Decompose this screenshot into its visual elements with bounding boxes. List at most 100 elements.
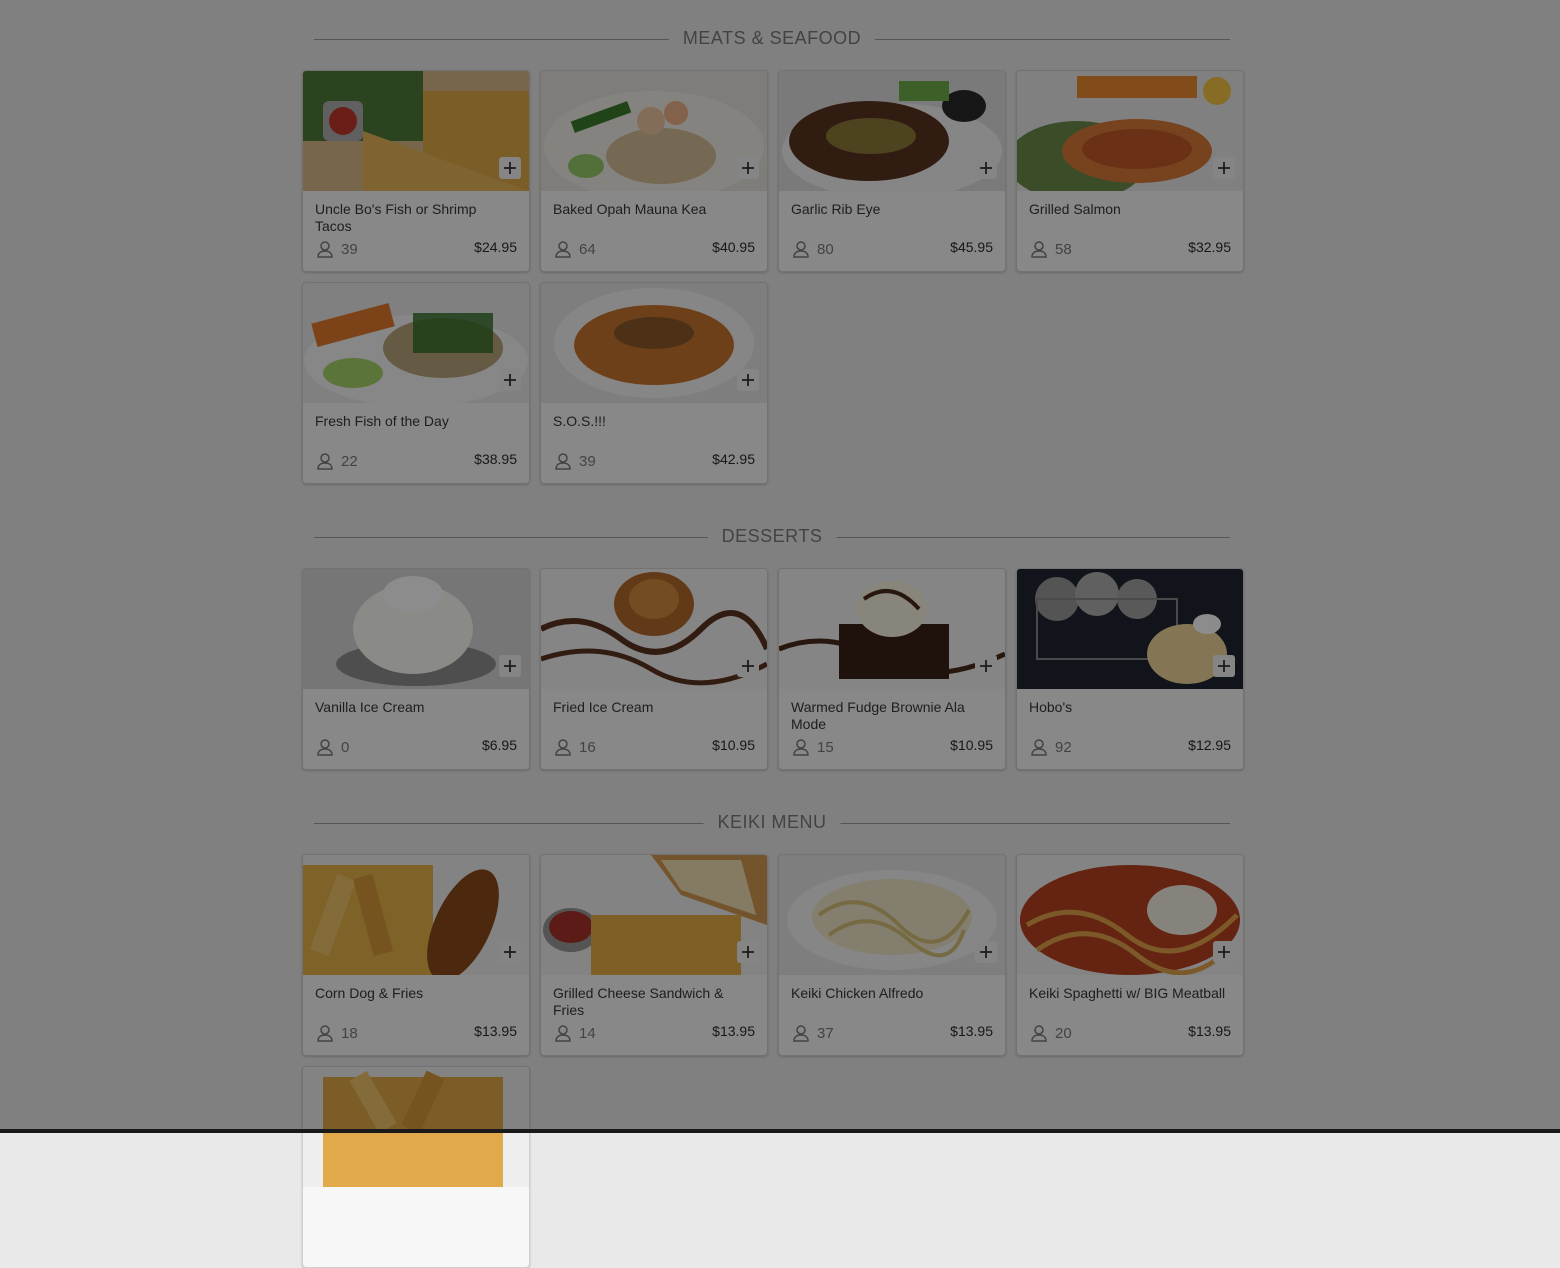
menu-item-card[interactable]: Fried Ice Cream 16 $10.95 bbox=[540, 568, 768, 770]
menu-item-card[interactable]: Vanilla Ice Cream 0 $6.95 bbox=[302, 568, 530, 770]
add-to-cart-button[interactable] bbox=[1213, 655, 1235, 677]
add-to-cart-button[interactable] bbox=[975, 941, 997, 963]
order-count: 80 bbox=[817, 240, 834, 258]
plus-icon bbox=[504, 374, 516, 386]
menu-item-card[interactable]: Uncle Bo's Fish or Shrimp Tacos 39 $24.9… bbox=[302, 70, 530, 272]
order-count: 0 bbox=[341, 738, 350, 756]
item-name: Hobo's bbox=[1029, 699, 1073, 715]
item-price: $10.95 bbox=[712, 737, 755, 753]
order-count: 37 bbox=[817, 1024, 834, 1042]
order-count: 39 bbox=[341, 240, 358, 258]
section-title: MEATS & SEAFOOD bbox=[668, 28, 876, 49]
add-to-cart-button[interactable] bbox=[737, 369, 759, 391]
item-meta: 22 bbox=[315, 451, 358, 471]
item-price: $42.95 bbox=[712, 451, 755, 467]
menu-item-card[interactable]: Hobo's 92 $12.95 bbox=[1016, 568, 1244, 770]
add-to-cart-button[interactable] bbox=[499, 655, 521, 677]
plus-icon bbox=[980, 660, 992, 672]
person-icon bbox=[317, 739, 333, 756]
person-icon bbox=[793, 739, 809, 756]
add-to-cart-button[interactable] bbox=[975, 655, 997, 677]
order-count: 64 bbox=[579, 240, 596, 258]
section-header: DESSERTS bbox=[314, 526, 1230, 547]
plus-icon bbox=[742, 660, 754, 672]
plus-icon bbox=[742, 162, 754, 174]
menu-item-card[interactable] bbox=[302, 1066, 530, 1268]
section-title: DESSERTS bbox=[707, 526, 837, 547]
add-to-cart-button[interactable] bbox=[499, 369, 521, 391]
item-price: $10.95 bbox=[950, 737, 993, 753]
item-price: $45.95 bbox=[950, 239, 993, 255]
item-meta: 20 bbox=[1029, 1023, 1072, 1043]
item-meta: 15 bbox=[791, 737, 834, 757]
item-meta: 0 bbox=[315, 737, 349, 757]
item-name: Grilled Salmon bbox=[1029, 201, 1121, 217]
food-photo bbox=[779, 569, 1005, 689]
add-to-cart-button[interactable] bbox=[499, 941, 521, 963]
food-photo bbox=[779, 855, 1005, 975]
order-count: 18 bbox=[341, 1024, 358, 1042]
food-photo bbox=[541, 855, 767, 975]
person-icon bbox=[793, 241, 809, 258]
person-icon bbox=[1031, 1025, 1047, 1042]
item-name: Keiki Chicken Alfredo bbox=[791, 985, 924, 1001]
item-name: Warmed Fudge Brownie Ala Mode bbox=[791, 699, 965, 732]
item-name: Uncle Bo's Fish or Shrimp Tacos bbox=[315, 201, 477, 234]
order-count: 92 bbox=[1055, 738, 1072, 756]
menu-item-card[interactable]: Keiki Chicken Alfredo 37 $13.95 bbox=[778, 854, 1006, 1056]
add-to-cart-button[interactable] bbox=[499, 157, 521, 179]
menu-item-card[interactable]: Corn Dog & Fries 18 $13.95 bbox=[302, 854, 530, 1056]
item-price: $13.95 bbox=[712, 1023, 755, 1039]
order-count: 22 bbox=[341, 452, 358, 470]
item-name: Baked Opah Mauna Kea bbox=[553, 201, 707, 217]
plus-icon bbox=[742, 374, 754, 386]
food-photo bbox=[1017, 71, 1243, 191]
order-count: 14 bbox=[579, 1024, 596, 1042]
item-price: $38.95 bbox=[474, 451, 517, 467]
plus-icon bbox=[504, 162, 516, 174]
item-name: Fried Ice Cream bbox=[553, 699, 654, 715]
item-meta: 64 bbox=[553, 239, 596, 259]
order-count: 39 bbox=[579, 452, 596, 470]
menu-item-card[interactable]: Grilled Salmon 58 $32.95 bbox=[1016, 70, 1244, 272]
add-to-cart-button[interactable] bbox=[737, 157, 759, 179]
item-name: Keiki Spaghetti w/ BIG Meatball bbox=[1029, 985, 1226, 1001]
item-price: $13.95 bbox=[1188, 1023, 1231, 1039]
person-icon bbox=[555, 739, 571, 756]
menu-item-card[interactable]: Keiki Spaghetti w/ BIG Meatball 20 $13.9… bbox=[1016, 854, 1244, 1056]
add-to-cart-button[interactable] bbox=[1213, 941, 1235, 963]
food-photo bbox=[541, 283, 767, 403]
menu-item-card[interactable]: Warmed Fudge Brownie Ala Mode 15 $10.95 bbox=[778, 568, 1006, 770]
section-header: MEATS & SEAFOOD bbox=[314, 28, 1230, 49]
add-to-cart-button[interactable] bbox=[737, 655, 759, 677]
person-icon bbox=[555, 241, 571, 258]
menu-item-card[interactable]: Baked Opah Mauna Kea 64 $40.95 bbox=[540, 70, 768, 272]
item-name: Fresh Fish of the Day bbox=[315, 413, 449, 429]
item-name: Grilled Cheese Sandwich & Fries bbox=[553, 985, 724, 1018]
food-photo bbox=[303, 71, 529, 191]
menu-item-card[interactable]: Fresh Fish of the Day 22 $38.95 bbox=[302, 282, 530, 484]
item-price: $13.95 bbox=[474, 1023, 517, 1039]
menu-item-card[interactable]: Garlic Rib Eye 80 $45.95 bbox=[778, 70, 1006, 272]
item-price: $12.95 bbox=[1188, 737, 1231, 753]
item-name: Garlic Rib Eye bbox=[791, 201, 881, 217]
food-photo bbox=[1017, 855, 1243, 975]
menu-item-card[interactable]: Grilled Cheese Sandwich & Fries 14 $13.9… bbox=[540, 854, 768, 1056]
add-to-cart-button[interactable] bbox=[1213, 157, 1235, 179]
plus-icon bbox=[504, 660, 516, 672]
item-name: S.O.S.!!! bbox=[553, 413, 606, 429]
plus-icon bbox=[1218, 946, 1230, 958]
add-to-cart-button[interactable] bbox=[737, 941, 759, 963]
item-name: Corn Dog & Fries bbox=[315, 985, 424, 1001]
item-price: $13.95 bbox=[950, 1023, 993, 1039]
item-meta: 39 bbox=[553, 451, 596, 471]
item-name: Vanilla Ice Cream bbox=[315, 699, 425, 715]
plus-icon bbox=[1218, 660, 1230, 672]
person-icon bbox=[555, 453, 571, 470]
menu-page: MEATS & SEAFOOD Uncle Bo's Fish or Shrim… bbox=[0, 0, 1560, 1268]
item-price: $32.95 bbox=[1188, 239, 1231, 255]
menu-item-card[interactable]: S.O.S.!!! 39 $42.95 bbox=[540, 282, 768, 484]
plus-icon bbox=[742, 946, 754, 958]
order-count: 58 bbox=[1055, 240, 1072, 258]
add-to-cart-button[interactable] bbox=[975, 157, 997, 179]
